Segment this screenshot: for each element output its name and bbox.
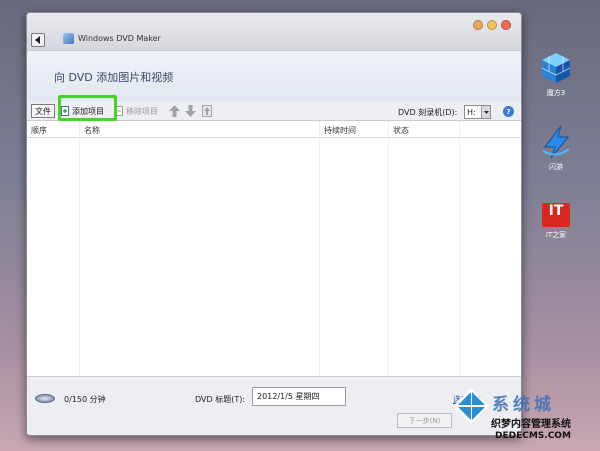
desktop-icon-flash-game[interactable]: 闪游: [535, 125, 577, 172]
watermark: 系统城 织梦内容管理系统 DEDECMS.COM: [451, 382, 600, 451]
back-button[interactable]: [31, 33, 45, 47]
file-menu-label: 文件: [35, 106, 51, 116]
arrow-down-icon: [185, 105, 196, 117]
column-header-status[interactable]: 状态: [389, 121, 459, 138]
help-icon[interactable]: ?: [503, 106, 514, 117]
desktop-icon-cube[interactable]: 魔方3: [535, 51, 577, 98]
items-list[interactable]: 顺序 名称 持续时间 状态: [27, 121, 521, 377]
chevron-down-icon: [481, 106, 490, 118]
column-header-blank: [460, 121, 521, 138]
desktop-icon-label: IT之家: [545, 231, 567, 239]
file-menu-button[interactable]: 文件: [31, 104, 55, 118]
desktop-icon-it-home[interactable]: IT IT之家: [535, 203, 577, 240]
desktop-icon-label: 闪游: [549, 163, 563, 171]
column-header-name[interactable]: 名称: [80, 121, 319, 138]
arrow-up-icon: [169, 105, 180, 117]
column-divider: [319, 121, 320, 376]
minimize-button[interactable]: [473, 20, 483, 30]
move-top-button[interactable]: [202, 104, 212, 118]
column-divider: [459, 121, 460, 376]
column-divider: [79, 121, 80, 376]
footer: 0/150 分钟 DVD 标题(T): 2012/1/5 星期四 选项(O) 下…: [27, 377, 521, 435]
page-header: 向 DVD 添加图片和视频: [27, 51, 521, 101]
desktop-icon-label: 魔方3: [546, 89, 566, 97]
add-items-highlight: [58, 95, 117, 121]
watermark-text: 织梦内容管理系统: [491, 419, 571, 430]
maximize-button[interactable]: [487, 20, 497, 30]
title-bar[interactable]: Windows DVD Maker: [27, 13, 521, 51]
dvd-drive-label: DVD 刻录机(D):: [398, 108, 458, 117]
remove-items-button[interactable]: 移除项目: [115, 104, 158, 118]
dvd-maker-icon: [63, 33, 74, 44]
dvd-drive-value: H:: [467, 107, 476, 117]
dvd-title-label: DVD 标题(T):: [195, 395, 246, 404]
it-home-icon: IT: [542, 203, 570, 227]
close-button[interactable]: [501, 20, 511, 30]
flash-game-icon: [542, 125, 570, 159]
watermark-logo-icon: [453, 388, 489, 424]
watermark-text: DEDECMS.COM: [495, 431, 571, 441]
column-header-duration[interactable]: 持续时间: [320, 121, 388, 138]
disc-icon: [35, 394, 55, 403]
watermark-text: 系统城: [492, 395, 555, 415]
column-header-order[interactable]: 顺序: [27, 121, 79, 138]
remove-items-label: 移除项目: [126, 106, 158, 116]
dvd-maker-window: Windows DVD Maker 向 DVD 添加图片和视频 文件 添加项目 …: [26, 12, 522, 436]
move-top-icon: [202, 105, 212, 117]
page-title: 向 DVD 添加图片和视频: [54, 71, 174, 84]
next-button[interactable]: 下一步(N): [397, 413, 452, 428]
window-title: Windows DVD Maker: [78, 34, 161, 43]
move-down-button[interactable]: [185, 104, 196, 118]
back-arrow-icon: [35, 36, 40, 44]
column-divider: [388, 121, 389, 376]
dvd-drive-select[interactable]: H:: [464, 105, 491, 119]
cube-icon: [541, 53, 571, 83]
move-up-button[interactable]: [169, 104, 180, 118]
duration-status: 0/150 分钟: [64, 395, 106, 404]
dvd-title-input[interactable]: 2012/1/5 星期四: [252, 387, 346, 406]
